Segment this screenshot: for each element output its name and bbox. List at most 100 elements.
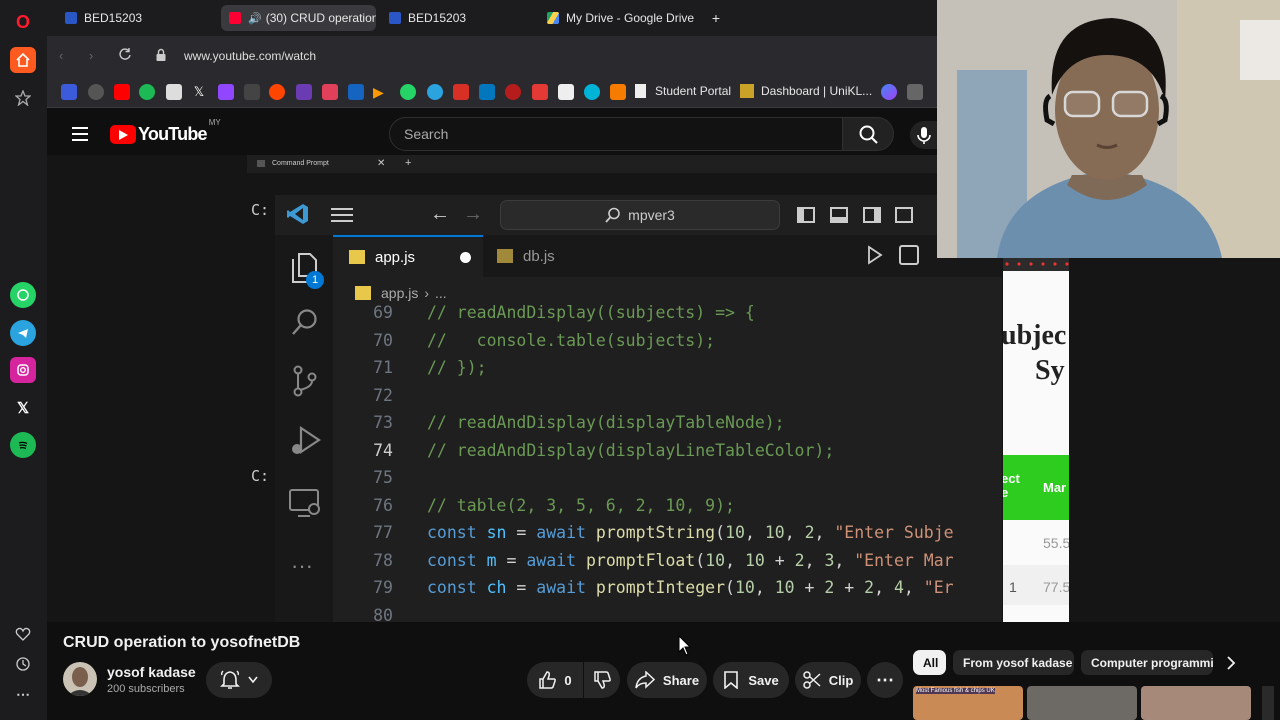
breadcrumb: app.js › ... xyxy=(355,285,447,301)
js-file-icon xyxy=(355,286,371,300)
bookmark-icon[interactable] xyxy=(610,84,626,100)
chevron-down-icon xyxy=(248,676,258,684)
chip-computer-programming[interactable]: Computer programmi xyxy=(1081,650,1213,675)
telegram-bookmark-icon[interactable] xyxy=(427,84,443,100)
recommended-thumbnail[interactable] xyxy=(1141,686,1251,720)
channel-name[interactable]: yosof kadase xyxy=(107,664,196,680)
table-row: 1 77.5 xyxy=(1003,565,1069,605)
speaker-icon[interactable]: 🔊 xyxy=(248,12,262,25)
chip-from-channel[interactable]: From yosof kadase xyxy=(953,650,1074,675)
preview-panel: ubjec Sy ect e Mar 55.5 1 77.5 xyxy=(1003,255,1069,622)
more-options-icon[interactable]: ⋯ xyxy=(10,681,36,707)
vscode-titlebar: ← → mpver3 xyxy=(275,195,1002,235)
tab-bed15203-1[interactable]: BED15203 xyxy=(57,5,215,31)
bookmark-icon[interactable] xyxy=(479,84,495,100)
bookmark-dashboard-unikl[interactable]: Dashboard | UniKL... xyxy=(740,84,872,98)
chip-all[interactable]: All xyxy=(913,650,946,675)
tab-bar: BED15203 🔊 (30) CRUD operation t BED1520… xyxy=(47,0,937,36)
telegram-icon[interactable] xyxy=(10,320,36,346)
bookmark-icon[interactable] xyxy=(88,84,104,100)
code-line: // readAndDisplay(displayTableNode); xyxy=(427,413,785,432)
line-number: 72 xyxy=(373,385,393,405)
play-bookmark-icon[interactable]: ▶ xyxy=(373,84,389,100)
back-icon[interactable]: ‹ xyxy=(59,48,63,63)
bookmark-icon[interactable] xyxy=(584,84,600,100)
opera-logo-icon[interactable]: O xyxy=(10,9,36,35)
bookmark-icon[interactable] xyxy=(244,84,260,100)
bookmark-icon[interactable] xyxy=(348,84,364,100)
microphone-icon xyxy=(917,127,931,144)
spotify-bookmark-icon[interactable] xyxy=(139,84,155,100)
clip-button[interactable]: Clip xyxy=(795,662,861,698)
new-tab-button[interactable]: + xyxy=(703,5,729,31)
dislike-button[interactable] xyxy=(584,662,620,698)
search-input[interactable]: Search xyxy=(389,117,843,151)
bookmark-icon[interactable] xyxy=(532,84,548,100)
tab-crud-video[interactable]: 🔊 (30) CRUD operation t xyxy=(221,5,376,31)
youtube-bookmark-icon[interactable] xyxy=(114,84,130,100)
save-button[interactable]: Save xyxy=(713,662,789,698)
tab-bed15203-2[interactable]: BED15203 xyxy=(381,5,539,31)
bookmark-label: Student Portal xyxy=(655,84,732,98)
recommended-thumbnail[interactable] xyxy=(1027,686,1137,720)
bookmarks-bar: 𝕏 ▶ Student Portal Dashboard | UniKL... xyxy=(47,76,937,108)
share-icon xyxy=(635,671,655,689)
like-button[interactable]: 0 xyxy=(527,662,583,698)
whatsapp-icon[interactable] xyxy=(10,282,36,308)
share-label: Share xyxy=(662,672,700,688)
voice-search-button[interactable] xyxy=(910,121,937,149)
breadcrumb-rest: ... xyxy=(435,285,447,301)
search-icon xyxy=(605,207,620,223)
x-twitter-icon[interactable]: 𝕏 xyxy=(10,395,36,421)
url-field[interactable]: www.youtube.com/watch xyxy=(147,42,927,70)
line-number: 75 xyxy=(373,468,393,487)
reddit-bookmark-icon[interactable] xyxy=(269,84,285,100)
notification-button[interactable] xyxy=(206,662,272,698)
reload-icon[interactable] xyxy=(118,47,132,61)
more-actions-button[interactable]: ⋯ xyxy=(867,662,903,698)
bookmark-icon[interactable] xyxy=(61,84,77,100)
search-button[interactable] xyxy=(842,117,894,151)
gemini-bookmark-icon[interactable] xyxy=(881,84,897,100)
command-prompt-titlebar: Command Prompt ✕ + xyxy=(247,155,987,173)
thumbnail-caption: Most Famous fish & chips UK xyxy=(916,688,995,694)
video-title: CRUD operation to yosofnetDB xyxy=(63,634,301,651)
x-bookmark-icon[interactable]: 𝕏 xyxy=(191,84,207,100)
bookmark-student-portal[interactable]: Student Portal xyxy=(635,84,731,98)
table-cell: 1 xyxy=(1009,579,1017,595)
explorer-badge: 1 xyxy=(306,271,324,289)
instagram-icon[interactable] xyxy=(10,357,36,383)
browser-sidebar: O 𝕏 ⋯ xyxy=(0,0,47,720)
thumbs-up-icon xyxy=(539,671,557,689)
youtube-logo[interactable]: YouTube MY xyxy=(110,118,221,145)
search-text: mpver3 xyxy=(628,207,675,223)
bookmark-icon[interactable] xyxy=(296,84,312,100)
twitch-bookmark-icon[interactable] xyxy=(218,84,234,100)
bookmark-icon[interactable] xyxy=(907,84,923,100)
bookmark-icon[interactable] xyxy=(453,84,469,100)
like-count: 0 xyxy=(564,672,572,688)
heart-icon[interactable] xyxy=(10,621,36,647)
scrollbar[interactable] xyxy=(1262,686,1274,720)
layout-icon xyxy=(895,207,913,223)
doc-bookmark-icon[interactable] xyxy=(166,84,182,100)
recommended-thumbnail[interactable]: Most Famous fish & chips UK xyxy=(913,686,1023,720)
menu-icon[interactable] xyxy=(72,127,88,141)
forward-icon[interactable]: › xyxy=(89,48,93,63)
share-button[interactable]: Share xyxy=(627,662,707,698)
bookmark-icon[interactable] xyxy=(505,84,521,100)
history-icon[interactable] xyxy=(10,651,36,677)
bookmark-icon[interactable] xyxy=(558,84,574,100)
youtube-logo-text: YouTube xyxy=(138,124,208,144)
avatar[interactable] xyxy=(63,662,97,696)
code-line: const sn = await promptString(10, 10, 2,… xyxy=(427,523,954,542)
chips-next-button[interactable] xyxy=(1218,650,1244,675)
home-icon[interactable] xyxy=(10,47,36,73)
bookmark-icon[interactable] xyxy=(322,84,338,100)
code-line: const ch = await promptInteger(10, 10 + … xyxy=(427,578,954,597)
spotify-icon[interactable] xyxy=(10,432,36,458)
whatsapp-bookmark-icon[interactable] xyxy=(400,84,416,100)
tab-label: app.js xyxy=(375,248,416,266)
pinboard-icon[interactable] xyxy=(10,85,36,111)
tab-google-drive[interactable]: My Drive - Google Drive xyxy=(539,5,699,31)
